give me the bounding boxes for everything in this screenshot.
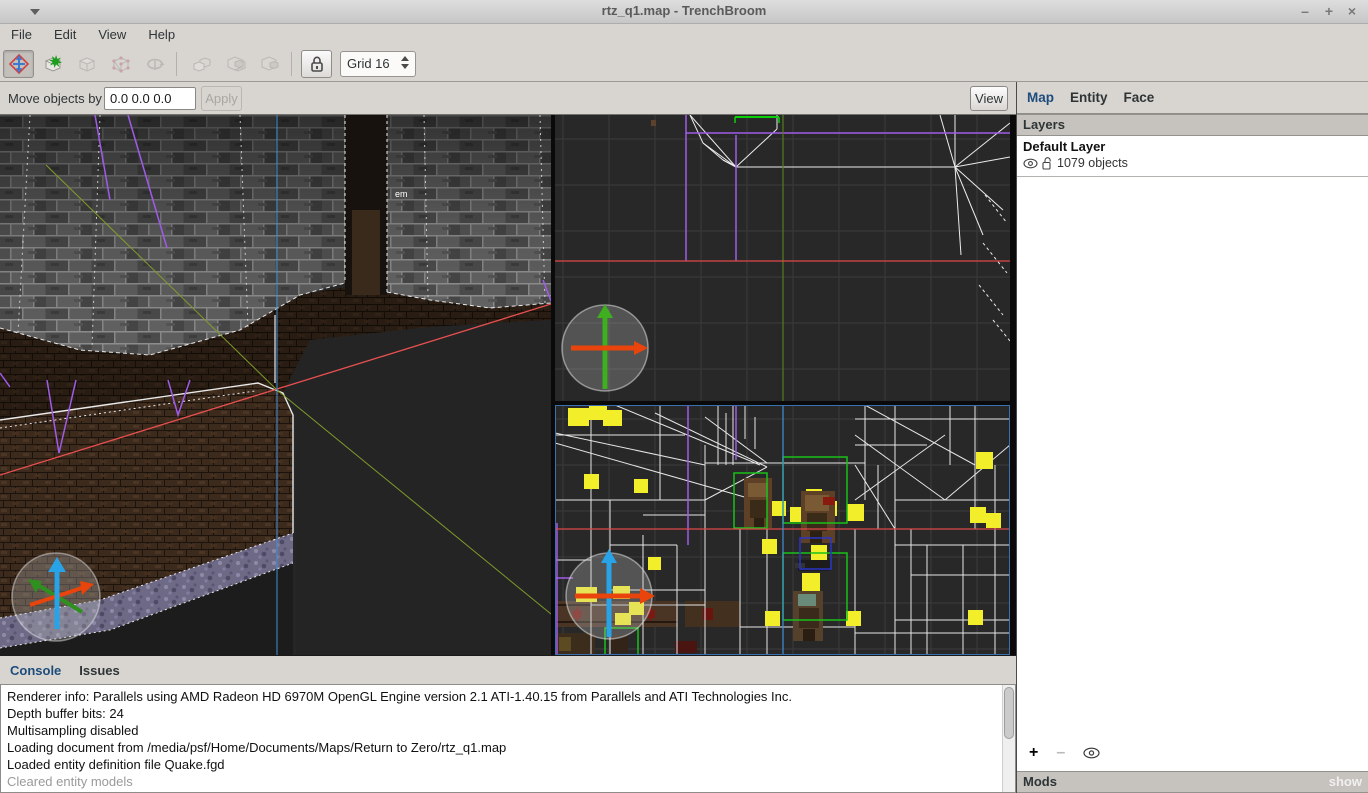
move-objects-label: Move objects by	[8, 91, 102, 106]
toolbar-separator	[291, 52, 292, 76]
log-line: Loading document from /media/psf/Home/Do…	[7, 739, 1009, 756]
rotate-tool-button	[139, 50, 170, 78]
spinner-down-icon	[401, 64, 409, 69]
tab-entity[interactable]: Entity	[1070, 90, 1108, 105]
lock-icon	[308, 55, 326, 73]
move-objects-input[interactable]	[104, 87, 196, 110]
floor-shadow	[283, 320, 551, 655]
compass-2d-top	[562, 304, 648, 391]
csg-intersect-icon	[260, 54, 280, 74]
menu-help[interactable]: Help	[137, 24, 186, 46]
cube-icon	[77, 54, 97, 74]
log-line: Multisampling disabled	[7, 722, 1009, 739]
vertex-tool-button	[105, 50, 136, 78]
toggle-visibility-button[interactable]	[1083, 747, 1100, 759]
tab-issues[interactable]: Issues	[79, 663, 119, 678]
view-dropdown-button[interactable]: View	[970, 86, 1008, 111]
wall-gap-floor	[352, 210, 380, 295]
layer-unlocked-icon[interactable]	[1042, 157, 1053, 170]
log-line: Cleared entity models	[7, 773, 1009, 790]
tab-console[interactable]: Console	[10, 663, 61, 678]
layers-section-header: Layers	[1017, 114, 1368, 136]
layer-row[interactable]: Default Layer 1079 objects	[1017, 136, 1368, 177]
menu-bar: File Edit View Help	[0, 24, 1368, 46]
console-log[interactable]: Renderer info: Parallels using AMD Radeo…	[0, 684, 1016, 793]
inspector-tab-bar: Map Entity Face	[1017, 82, 1368, 114]
mods-section-header: Mods show	[1017, 771, 1368, 793]
console-scrollbar-thumb[interactable]	[1004, 687, 1014, 739]
selection-tool-icon	[9, 54, 29, 74]
toolbar-separator	[176, 52, 177, 76]
entity-classname-label: em	[395, 189, 408, 199]
spinner-up-icon	[401, 56, 409, 61]
minimize-button[interactable]: –	[1294, 0, 1316, 24]
vertex-tool-icon	[111, 54, 131, 74]
stone-wall-right	[387, 115, 551, 308]
console-tab-bar: Console Issues	[0, 656, 1016, 684]
console-scrollbar[interactable]	[1002, 685, 1015, 792]
csg-convex-merge-button	[186, 50, 217, 78]
csg-subtract-icon	[226, 54, 246, 74]
toolbar: Grid 16	[0, 46, 1368, 82]
log-line: Loaded entity definition file Quake.fgd	[7, 756, 1009, 773]
info-bar: Move objects by Apply View	[0, 82, 1016, 115]
entity-sprite	[651, 120, 656, 126]
log-line: Depth buffer bits: 24	[7, 705, 1009, 722]
compass-3d	[12, 553, 100, 641]
tab-face[interactable]: Face	[1124, 90, 1155, 105]
maximize-button[interactable]: +	[1318, 0, 1340, 24]
tab-map[interactable]: Map	[1027, 90, 1054, 105]
csg-subtract-button	[220, 50, 251, 78]
grid-size-spinner[interactable]	[401, 56, 409, 69]
mods-show-link[interactable]: show	[1329, 774, 1362, 789]
layer-buttons: + –	[1017, 739, 1368, 767]
remove-layer-button: –	[1056, 745, 1065, 761]
layer-visible-icon[interactable]	[1023, 158, 1038, 169]
viewport-2d-bottom[interactable]	[555, 405, 1010, 655]
grid-size-value: Grid 16	[347, 56, 390, 71]
viewport-area: em	[0, 115, 1016, 655]
grid-size-dropdown[interactable]: Grid 16	[340, 51, 416, 77]
layer-name: Default Layer	[1023, 139, 1368, 154]
create-brush-tool-button[interactable]	[37, 50, 68, 78]
create-primitive-tool-button	[71, 50, 102, 78]
csg-intersect-button	[254, 50, 285, 78]
window-title: rtz_q1.map - TrenchBroom	[0, 3, 1368, 18]
rotate-tool-icon	[145, 54, 165, 74]
log-line: Renderer info: Parallels using AMD Radeo…	[7, 688, 1009, 705]
console-panel: Console Issues Renderer info: Parallels …	[0, 655, 1016, 793]
close-button[interactable]: ×	[1341, 0, 1363, 24]
mods-header-label: Mods	[1023, 774, 1057, 789]
apply-button: Apply	[201, 86, 242, 111]
inspector-panel: Map Entity Face Layers Default Layer 107…	[1016, 82, 1368, 793]
menu-view[interactable]: View	[87, 24, 137, 46]
viewport-3d[interactable]: em	[0, 115, 551, 655]
csg-merge-icon	[192, 54, 212, 74]
layer-object-count: 1079 objects	[1057, 156, 1128, 170]
create-brush-tool-icon	[43, 54, 63, 74]
menu-edit[interactable]: Edit	[43, 24, 87, 46]
viewport-2d-top[interactable]	[555, 115, 1010, 401]
title-bar: rtz_q1.map - TrenchBroom – + ×	[0, 0, 1368, 24]
texture-lock-button[interactable]	[301, 50, 332, 78]
add-layer-button[interactable]: +	[1029, 745, 1038, 761]
selection-tool-button[interactable]	[3, 50, 34, 78]
menu-file[interactable]: File	[0, 24, 43, 46]
